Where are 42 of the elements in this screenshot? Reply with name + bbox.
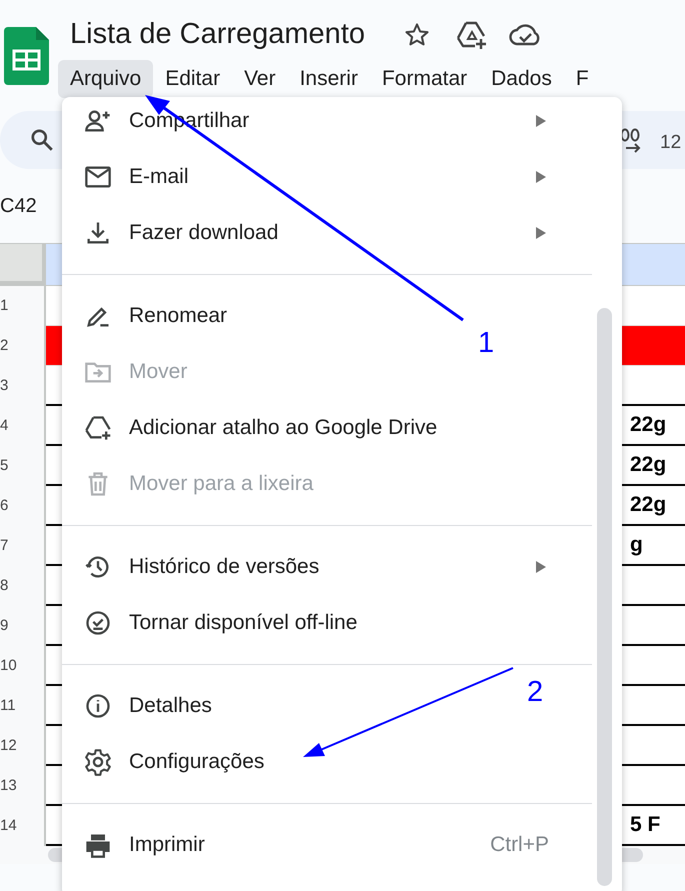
menu-item[interactable]: Renomear [62,288,274,344]
row-number[interactable]: 1 [0,294,8,318]
cloud-check-icon[interactable] [509,23,542,47]
row-number[interactable]: 8 [0,574,8,598]
menu-scrollbar[interactable] [597,308,612,886]
decimal-decrease-icon[interactable] [620,128,642,154]
format-button[interactable]: 12 [660,129,682,158]
row-number[interactable]: 12 [0,734,17,758]
row-number[interactable]: 14 [0,814,17,838]
menu-item[interactable]: E-mail [62,149,592,205]
document-title[interactable]: Lista de Carregamento [70,13,365,57]
menu-item[interactable]: Configurações [62,734,310,790]
row-number[interactable]: 6 [0,494,8,518]
menu-tab[interactable]: Formatar [370,60,480,98]
row-number[interactable]: 13 [0,774,17,798]
row-number[interactable]: 10 [0,654,17,678]
row-number[interactable]: 5 [0,454,8,478]
row-number[interactable]: 7 [0,534,8,558]
row-number[interactable]: 2 [0,334,8,358]
row-number[interactable]: 9 [0,614,8,638]
menu-tab[interactable]: Dados [479,60,564,98]
search-icon[interactable] [29,127,55,153]
drive-add-icon [84,414,112,442]
menu-item[interactable]: Fazer download [62,205,592,261]
annotation-label: 1 [478,327,494,359]
row-number[interactable]: 3 [0,374,8,398]
menu-tab[interactable]: F [564,60,601,98]
menu-tab[interactable]: Inserir [288,60,370,98]
settings-icon [84,748,112,776]
name-box[interactable]: C42 [0,191,37,221]
menu-item[interactable]: Tornar disponível off-line [62,595,404,651]
sheets-logo-icon[interactable] [4,27,49,85]
check-circle-icon [84,609,112,637]
annotation-label: 2 [527,676,544,708]
row-number[interactable]: 11 [0,694,16,718]
row-number[interactable]: 4 [0,414,8,438]
drive-add-icon[interactable] [456,20,488,50]
menu-item[interactable]: Detalhes [62,678,258,734]
info-icon [84,692,112,720]
menu-tab[interactable]: Ver [232,60,288,98]
menu-tab[interactable]: Arquivo [58,60,154,98]
menu-tab[interactable]: Editar [153,60,232,98]
